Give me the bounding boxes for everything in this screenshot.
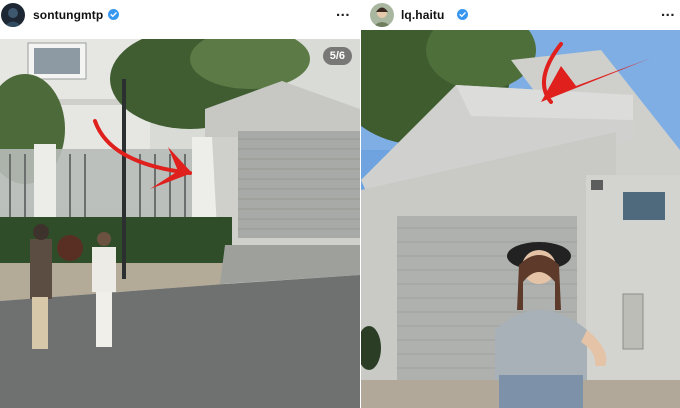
post-header: lq.haitu ...	[361, 0, 680, 30]
post-left: sontungmtp ... 5/6	[0, 0, 360, 408]
more-options-button[interactable]: ...	[661, 4, 675, 19]
post-photo[interactable]: 5/6	[0, 29, 360, 408]
verified-badge-icon	[457, 9, 468, 20]
username[interactable]: lq.haitu	[401, 8, 444, 22]
carousel-counter: 5/6	[322, 47, 352, 65]
post-photo[interactable]	[361, 0, 680, 408]
more-options-button[interactable]: ...	[336, 4, 350, 19]
post-right: lq.haitu ...	[361, 0, 680, 408]
verified-badge-icon	[108, 9, 119, 20]
post-header: sontungmtp ...	[0, 0, 360, 30]
avatar[interactable]	[370, 3, 394, 27]
avatar[interactable]	[1, 3, 25, 27]
username[interactable]: sontungmtp	[33, 8, 103, 22]
